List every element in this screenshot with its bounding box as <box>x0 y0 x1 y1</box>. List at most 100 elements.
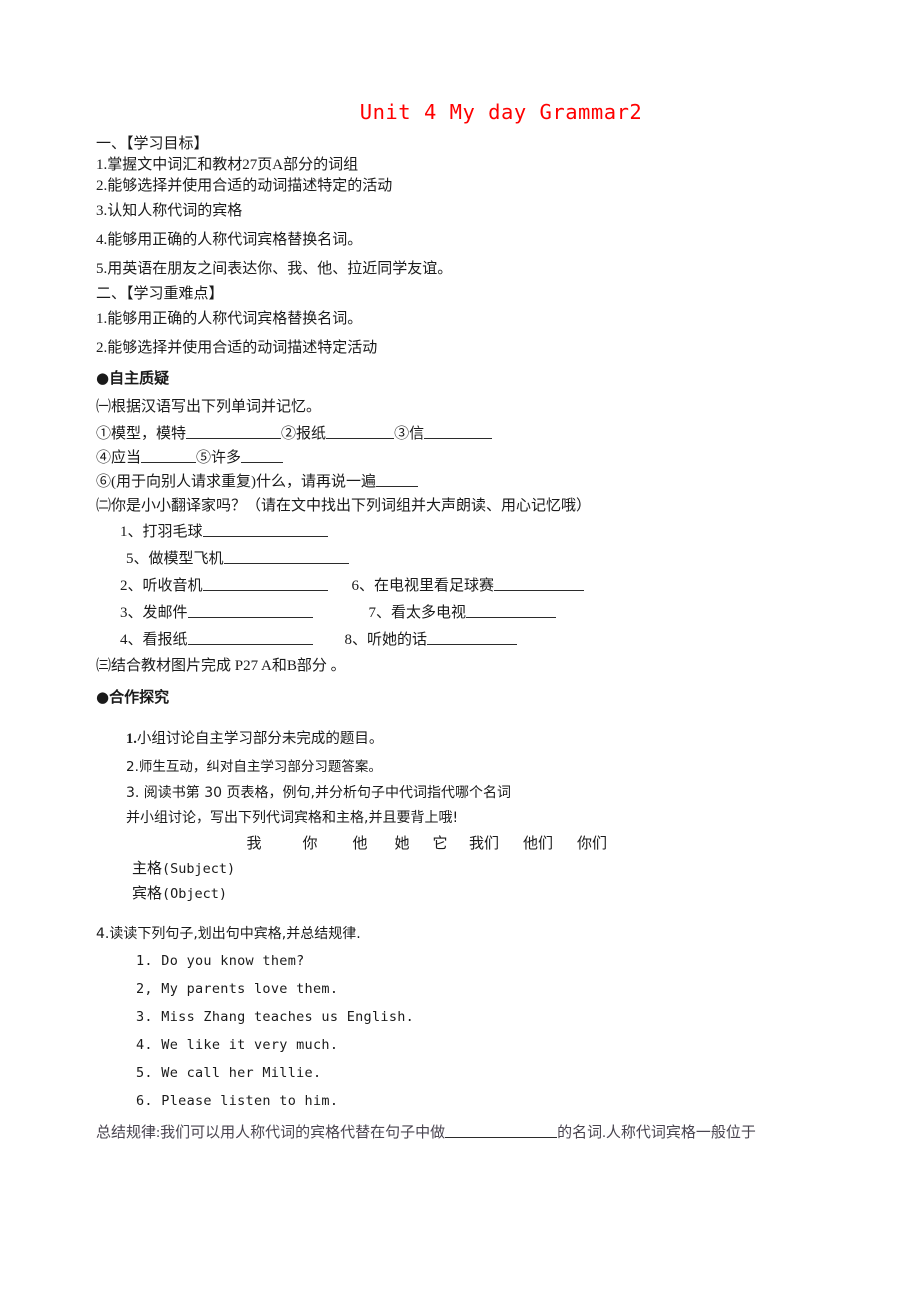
objectives-heading: 一、【学习目标】 <box>96 136 209 152</box>
vocab-item-1-text: 模型，模特 <box>111 426 187 442</box>
pronoun-row-object-label-en: (Object) <box>162 886 228 902</box>
pronoun-col-2: 你 <box>302 836 318 852</box>
phrase-row-4: 3、发邮件 7、看太多电视 <box>96 600 836 627</box>
cooperation-item-4: 4.读读下列句子,划出句中宾格,并总结规律. <box>96 926 361 942</box>
cooperation-item-1-num: 1. <box>126 731 137 747</box>
phrase-8-num: 8、 <box>344 632 368 648</box>
phrase-3-text: 发邮件 <box>142 605 188 621</box>
vocab-item-1-num: ① <box>96 426 112 442</box>
keypoints-heading: 二、【学习重难点】 <box>96 286 224 302</box>
vocab-item-5-num: ⑤ <box>196 450 212 466</box>
objectives-item-1: 1.掌握文中词汇和教材27页A部分的词组 <box>96 157 359 173</box>
vocab-item-5-blank[interactable] <box>241 449 284 463</box>
phrase-row-5: 4、看报纸 8、听她的话 <box>96 627 836 654</box>
vocab-item-2-text: 报纸 <box>296 426 327 442</box>
phrase-7-text: 看太多电视 <box>391 605 467 621</box>
pronoun-col-3: 他 <box>352 836 368 852</box>
phrase-5: 5、做模型飞机 <box>96 546 349 573</box>
pronoun-row-subject: 主格(Subject) <box>96 857 836 882</box>
phrase-row-2: 5、做模型飞机 <box>96 546 836 573</box>
phrase-row-1: 1、打羽毛球 <box>96 519 836 546</box>
phrase-2: 2、听收音机 <box>96 573 328 600</box>
phrase-8-blank[interactable] <box>427 631 518 645</box>
vocab-row-2: ④应当 ⑤许多 <box>96 446 836 470</box>
objectives-item-5: 5.用英语在朋友之间表达你、我、他、拉近同学友谊。 <box>96 261 453 277</box>
phrase-2-text: 听收音机 <box>142 578 203 594</box>
summary-blank[interactable] <box>445 1124 558 1138</box>
pronoun-row-subject-label-en: (Subject) <box>162 861 236 877</box>
vocab-item-4-blank[interactable] <box>141 449 197 463</box>
vocab-item-1-blank[interactable] <box>186 425 282 439</box>
cooperation-item-3-line-2: 并小组讨论，写出下列代词宾格和主格,并且要背上哦! <box>126 810 459 826</box>
summary-prefix: 总结规律:我们可以用人称代词的宾格代替在句子中做 <box>96 1125 446 1141</box>
document-page: Unit 4 My day Grammar2 一、【学习目标】 1.掌握文中词汇… <box>0 0 920 1302</box>
vocab-item-6-num: ⑥ <box>96 474 112 490</box>
pronoun-col-5: 它 <box>432 836 448 852</box>
phrase-3-blank[interactable] <box>187 604 313 618</box>
summary-suffix: 的名词.人称代词宾格一般位于 <box>557 1125 756 1141</box>
phrase-6-blank[interactable] <box>494 577 585 591</box>
vocab-item-2-blank[interactable] <box>326 425 395 439</box>
objectives-item-2: 2.能够选择并使用合适的动词描述特定的活动 <box>96 178 393 194</box>
cooperation-heading: ●合作探究 <box>96 688 170 706</box>
phrase-2-blank[interactable] <box>202 577 328 591</box>
phrase-1-blank[interactable] <box>202 523 328 537</box>
phrase-8-text: 听她的话 <box>367 632 428 648</box>
selfquery-part1-label: ㈠根据汉语写出下列单词并记忆。 <box>96 399 322 415</box>
phrase-4-blank[interactable] <box>187 631 313 645</box>
pronoun-row-object-label-cn: 宾格 <box>132 886 163 902</box>
vocab-item-6-text: (用于向别人请求重复)什么，请再说一遍 <box>111 474 377 490</box>
pronoun-col-6: 我们 <box>468 836 499 852</box>
pronoun-col-8: 你们 <box>576 836 607 852</box>
phrase-6: 6、在电视里看足球赛 <box>328 573 585 600</box>
vocab-row-3: ⑥(用于向别人请求重复)什么，请再说一遍 <box>96 470 836 494</box>
pronoun-col-7: 他们 <box>522 836 553 852</box>
phrase-5-blank[interactable] <box>223 550 349 564</box>
phrase-7-num: 7、 <box>368 605 392 621</box>
document-content: Unit 4 My day Grammar2 一、【学习目标】 1.掌握文中词汇… <box>96 100 836 1145</box>
phrase-7-blank[interactable] <box>466 604 557 618</box>
pronoun-col-1: 我 <box>246 836 262 852</box>
selfquery-part2-label: ㈡你是小小翻译家吗？（请在文中找出下列词组并大声朗读、用心记忆哦） <box>96 498 592 514</box>
cooperation-item-1-text: 小组讨论自主学习部分未完成的题目。 <box>136 731 384 747</box>
keypoints-item-2: 2.能够选择并使用合适的动词描述特定活动 <box>96 340 378 356</box>
phrase-4-num: 4、 <box>120 632 143 648</box>
phrase-3: 3、发邮件 <box>96 600 313 627</box>
sentence-4: 4. We like it very much. <box>136 1037 339 1053</box>
phrase-row-3: 2、听收音机 6、在电视里看足球赛 <box>96 573 836 600</box>
phrase-2-num: 2、 <box>120 578 143 594</box>
vocab-item-2-num: ② <box>281 426 297 442</box>
vocab-item-3-num: ③ <box>394 426 410 442</box>
sentence-2: 2, My parents love them. <box>136 981 339 997</box>
objectives-item-4: 4.能够用正确的人称代词宾格替换名词。 <box>96 232 363 248</box>
pronoun-col-4: 她 <box>394 836 410 852</box>
vocab-item-4-text: 应当 <box>111 450 142 466</box>
page-title: Unit 4 My day Grammar2 <box>359 100 643 124</box>
phrase-4: 4、看报纸 <box>96 627 313 654</box>
objectives-item-3: 3.认知人称代词的宾格 <box>96 203 243 219</box>
pronoun-table-header: 我 你 他 她 它 我们 他们 你们 <box>96 831 836 857</box>
phrase-1: 1、打羽毛球 <box>96 519 328 546</box>
summary-rule: 总结规律:我们可以用人称代词的宾格代替在句子中做 的名词.人称代词宾格一般位于 <box>96 1121 836 1145</box>
sentence-3: 3. Miss Zhang teaches us English. <box>136 1009 415 1025</box>
cooperation-item-2: 2.师生互动，纠对自主学习部分习题答案。 <box>126 759 382 775</box>
phrase-1-num: 1、 <box>120 524 143 540</box>
phrase-8: 8、听她的话 <box>313 627 518 654</box>
cooperation-item-3-line-1: 3. 阅读书第 30 页表格，例句,并分析句子中代词指代哪个名词 <box>126 785 511 801</box>
sentence-6: 6. Please listen to him. <box>136 1093 339 1109</box>
phrase-5-text: 做模型飞机 <box>148 551 224 567</box>
sentence-5: 5. We call her Millie. <box>136 1065 322 1081</box>
vocab-item-6-blank[interactable] <box>376 473 419 487</box>
phrase-6-num: 6、 <box>351 578 375 594</box>
phrase-4-text: 看报纸 <box>142 632 188 648</box>
vocab-item-3-blank[interactable] <box>424 425 493 439</box>
phrase-1-text: 打羽毛球 <box>142 524 203 540</box>
sentence-1: 1. Do you know them? <box>136 953 305 969</box>
pronoun-row-object: 宾格(Object) <box>96 882 836 907</box>
pronoun-row-subject-label-cn: 主格 <box>132 861 163 877</box>
selfquery-part3-label: ㈢结合教材图片完成 P27 A和B部分 。 <box>96 658 346 674</box>
vocab-row-1: ①模型，模特 ②报纸 ③信 <box>96 422 836 446</box>
phrase-7: 7、看太多电视 <box>313 600 557 627</box>
selfquery-heading: ●自主质疑 <box>96 369 170 387</box>
